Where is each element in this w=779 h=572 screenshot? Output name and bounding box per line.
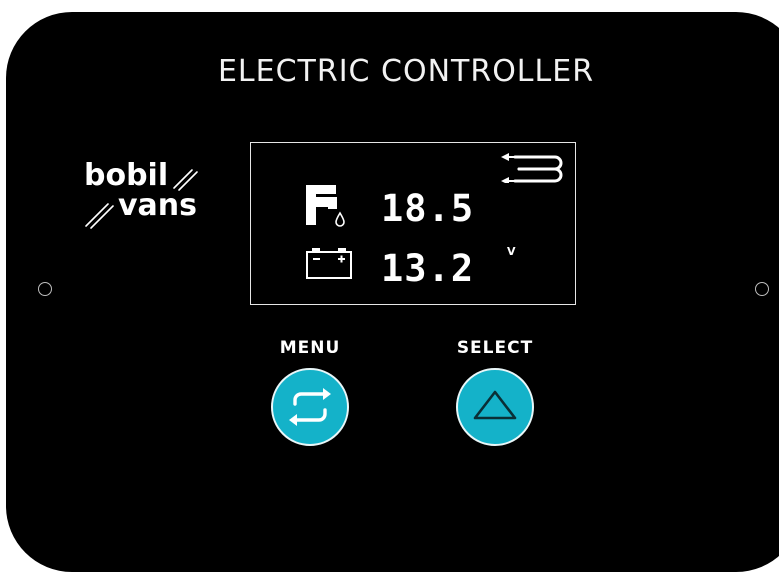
faucet-icon bbox=[306, 185, 345, 227]
screw-hole-right bbox=[755, 282, 769, 296]
cycle-icon bbox=[289, 388, 331, 426]
menu-button[interactable] bbox=[271, 368, 349, 446]
triangle-up-icon bbox=[473, 390, 517, 420]
logo-slashes-icon bbox=[85, 169, 198, 229]
battery-icon bbox=[306, 248, 352, 279]
select-label: SELECT bbox=[456, 338, 534, 358]
panel-title: ELECTRIC CONTROLLER bbox=[217, 54, 595, 89]
battery-voltage-readout: 13.2 bbox=[381, 247, 475, 290]
screw-hole-left bbox=[38, 282, 52, 296]
water-temperature-readout: 18.5 bbox=[381, 187, 475, 230]
voltage-unit: V bbox=[507, 245, 516, 258]
brand-logo: bobil vans bbox=[80, 158, 210, 244]
lcd-display: 18.5 13.2 V bbox=[250, 142, 576, 305]
controller-panel: ELECTRIC CONTROLLER bobil vans 18.5 13.2… bbox=[6, 12, 779, 572]
heat-exchanger-icon bbox=[501, 153, 563, 183]
menu-label: MENU bbox=[279, 338, 341, 358]
select-button[interactable] bbox=[456, 368, 534, 446]
